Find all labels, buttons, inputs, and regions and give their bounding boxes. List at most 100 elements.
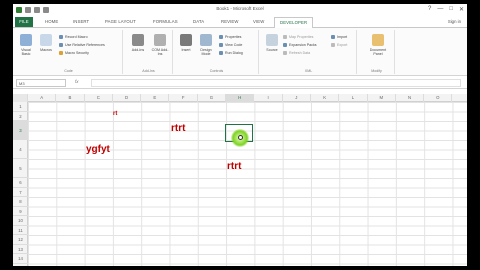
row-header[interactable]: 1	[13, 102, 28, 112]
row-header[interactable]: 4	[13, 140, 28, 159]
window-controls: ? — □ ✕	[428, 6, 464, 13]
cell-text[interactable]: rtrt	[227, 161, 241, 172]
com-addins-button[interactable]: COM Add-Ins	[151, 34, 169, 56]
row-header-selected[interactable]: 3	[13, 121, 28, 140]
cell-text[interactable]: rt	[113, 111, 117, 117]
column-header[interactable]: B	[56, 94, 85, 102]
map-properties-button[interactable]: Map Properties	[283, 35, 313, 40]
addins-button[interactable]: Add-Ins	[129, 34, 147, 52]
tab-home[interactable]: HOME	[45, 19, 58, 24]
toolbox-icon	[180, 34, 192, 46]
column-header[interactable]: M	[368, 94, 396, 102]
expansion-packs-button[interactable]: Expansion Packs	[283, 43, 317, 48]
column-header-selected[interactable]: H	[226, 94, 255, 102]
row-header[interactable]: 5	[13, 159, 28, 178]
record-icon	[59, 35, 63, 40]
gear-icon	[132, 34, 144, 46]
row-header[interactable]: 12	[13, 235, 28, 245]
group-label-controls: Controls	[209, 69, 224, 73]
column-header[interactable]: C	[85, 94, 113, 102]
insert-control-button[interactable]: Insert	[177, 34, 195, 52]
tab-data[interactable]: DATA	[193, 19, 204, 24]
document-panel-icon	[372, 34, 384, 46]
export-icon	[331, 43, 335, 48]
design-mode-icon	[200, 34, 212, 46]
relative-references-button[interactable]: Use Relative References	[59, 43, 105, 48]
row-header[interactable]: 6	[13, 178, 28, 188]
column-header[interactable]: E	[141, 94, 170, 102]
row-header[interactable]: 9	[13, 207, 28, 216]
title-bar: Book1 - Microsoft Excel ? — □ ✕	[13, 4, 467, 17]
warning-icon	[59, 51, 63, 56]
source-button[interactable]: Source	[263, 34, 281, 52]
dialog-icon	[219, 51, 223, 56]
design-mode-button[interactable]: Design Mode	[197, 34, 215, 56]
ribbon-tabs: FILE HOME INSERT PAGE LAYOUT FORMULAS DA…	[13, 17, 467, 28]
ribbon: Visual Basic Macros Record Macro Use Rel…	[13, 28, 467, 76]
com-addins-icon	[154, 34, 166, 46]
fx-icon[interactable]: fx	[75, 79, 79, 84]
tab-file[interactable]: FILE	[15, 17, 33, 27]
run-dialog-button[interactable]: Run Dialog	[219, 51, 243, 56]
tab-review[interactable]: REVIEW	[221, 19, 239, 24]
tab-formulas[interactable]: FORMULAS	[153, 19, 178, 24]
row-header[interactable]: 2	[13, 112, 28, 121]
macros-icon	[40, 34, 52, 46]
row-header[interactable]: 8	[13, 197, 28, 207]
document-panel-button[interactable]: Document Panel	[367, 34, 389, 56]
cell-text[interactable]: ygfyt	[86, 144, 110, 155]
import-button[interactable]: Import	[331, 35, 347, 40]
help-button[interactable]: ?	[428, 6, 431, 13]
column-header[interactable]: F	[170, 94, 198, 102]
maximize-button[interactable]: □	[449, 6, 453, 13]
macros-button[interactable]: Macros	[37, 34, 55, 52]
minimize-button[interactable]: —	[437, 6, 443, 13]
macro-security-button[interactable]: Macro Security	[59, 51, 89, 56]
xml-source-icon	[266, 34, 278, 46]
tab-page-layout[interactable]: PAGE LAYOUT	[105, 19, 136, 24]
select-all-button[interactable]	[13, 94, 28, 102]
column-header[interactable]: L	[339, 94, 368, 102]
column-header[interactable]: J	[283, 94, 311, 102]
column-header[interactable]: G	[198, 94, 227, 102]
sign-in-link[interactable]: Sign in	[448, 19, 461, 24]
column-header[interactable]: I	[254, 94, 283, 102]
group-label-xml: XML	[304, 69, 313, 73]
view-code-button[interactable]: View Code	[219, 43, 242, 48]
group-controls: Insert Design Mode Properties View Code …	[175, 30, 259, 74]
refresh-data-button[interactable]: Refresh Data	[283, 51, 310, 56]
map-icon	[283, 35, 287, 40]
row-header[interactable]: 11	[13, 226, 28, 235]
properties-button[interactable]: Properties	[219, 35, 241, 40]
name-box[interactable]: M3	[16, 79, 66, 87]
row-header[interactable]: 13	[13, 245, 28, 254]
visual-basic-icon	[20, 34, 32, 46]
group-label-addins: Add-Ins	[142, 69, 155, 73]
row-header[interactable]: 7	[13, 188, 28, 197]
group-code: Visual Basic Macros Record Macro Use Rel…	[15, 30, 123, 74]
tab-insert[interactable]: INSERT	[73, 19, 89, 24]
formula-bar: M3 fx	[13, 77, 467, 89]
export-button[interactable]: Export	[331, 43, 347, 48]
record-macro-button[interactable]: Record Macro	[59, 35, 88, 40]
excel-window: Book1 - Microsoft Excel ? — □ ✕ FILE HOM…	[13, 4, 467, 266]
visual-basic-button[interactable]: Visual Basic	[17, 34, 35, 56]
mouse-cursor-icon	[238, 135, 243, 140]
column-header[interactable]: A	[28, 94, 57, 102]
window-title: Book1 - Microsoft Excel	[216, 6, 264, 11]
close-button[interactable]: ✕	[459, 6, 464, 13]
tab-developer[interactable]: DEVELOPER	[274, 17, 314, 28]
import-icon	[331, 35, 335, 40]
column-header[interactable]: K	[311, 94, 340, 102]
column-header[interactable]: N	[396, 94, 425, 102]
formula-input[interactable]	[91, 79, 461, 87]
refresh-icon	[283, 51, 287, 56]
group-addins: Add-Ins COM Add-Ins Add-Ins	[125, 30, 173, 74]
column-header[interactable]: D	[113, 94, 142, 102]
column-header[interactable]: O	[424, 94, 453, 102]
row-header[interactable]: 14	[13, 254, 28, 264]
cell-text[interactable]: rtrt	[171, 123, 185, 134]
relative-icon	[59, 43, 63, 48]
tab-view[interactable]: VIEW	[253, 19, 264, 24]
row-header[interactable]: 10	[13, 216, 28, 226]
